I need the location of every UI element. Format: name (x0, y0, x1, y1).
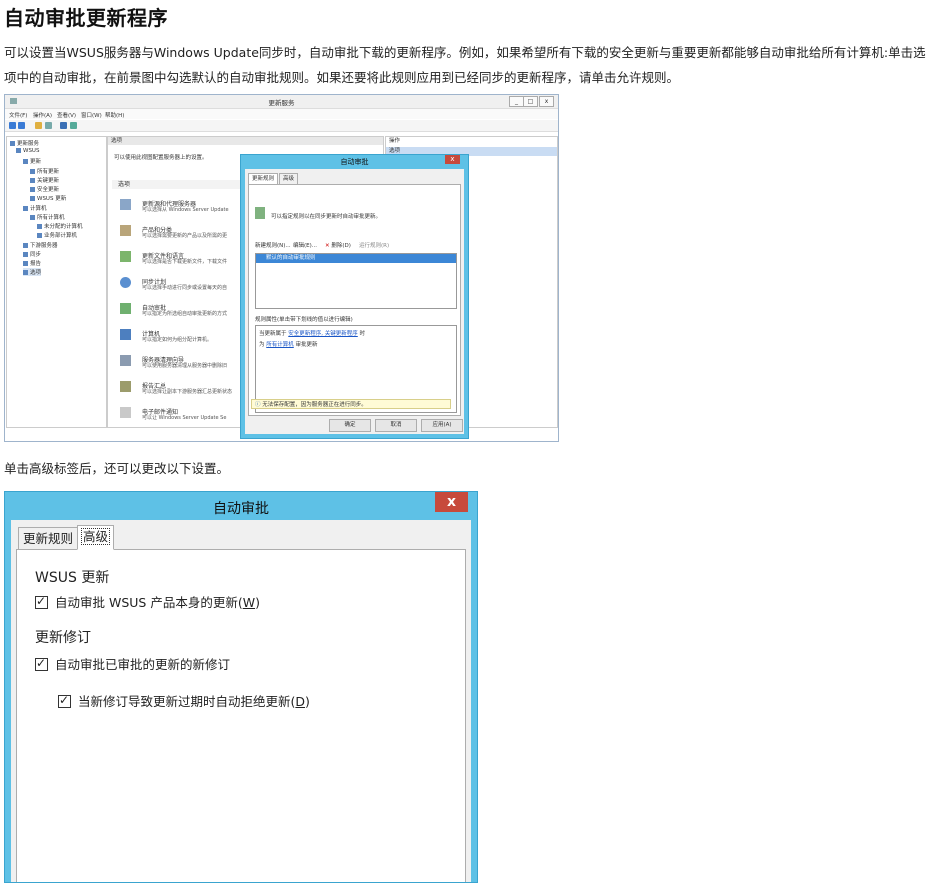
minimize-button[interactable]: _ (509, 96, 524, 107)
rules-panel: 可以指定规则以在同步更新时自动审批更新。 新建规则(N)... 编辑(E)...… (248, 184, 461, 416)
console-menubar: 文件(F) 操作(A) 查看(V) 窗口(W) 帮助(H) (5, 109, 558, 119)
run-rule-button[interactable]: 运行规则(R) (359, 241, 389, 249)
delete-rule-button[interactable]: ✕ 删除(D) (325, 241, 351, 249)
tree-item[interactable]: 更新 (23, 157, 41, 165)
menu-help[interactable]: 帮助(H) (105, 111, 124, 119)
computers-link[interactable]: 所有计算机 (266, 342, 294, 348)
auto-approve-wsus-checkbox[interactable]: 自动审批 WSUS 产品本身的更新(W) (35, 592, 260, 611)
sync-warning: ⓘ 无法保存配置，因为服务器正在进行同步。 (251, 399, 451, 409)
forward-icon[interactable] (18, 122, 25, 129)
rule-prop-line-1: 当更新属于 安全更新程序, 关键更新程序 时 (259, 331, 366, 337)
dialog-body: 更新规则 高级 WSUS 更新 自动审批 WSUS 产品本身的更新(W) 更新修… (11, 520, 471, 882)
dialog-title: 自动审批 (213, 501, 269, 517)
tree-item[interactable]: 未分配的计算机 (37, 222, 83, 230)
view-icon[interactable] (70, 122, 77, 129)
server-icon (120, 199, 131, 210)
tree-item[interactable]: 下游服务器 (23, 241, 58, 249)
maximize-button[interactable]: □ (523, 96, 538, 107)
wsus-updates-group-title: WSUS 更新 (35, 570, 110, 586)
rule-properties-label: 规则属性(单击带下划线的值以进行编辑) (255, 317, 353, 323)
menu-window[interactable]: 窗口(W) (81, 111, 102, 119)
tree-item[interactable]: 关键更新 (30, 176, 59, 184)
tree-item[interactable]: 所有更新 (30, 167, 59, 175)
console-title: 更新服务 (268, 99, 295, 107)
advanced-panel: WSUS 更新 自动审批 WSUS 产品本身的更新(W) 更新修订 自动审批已审… (16, 549, 466, 882)
dialog-close-button[interactable]: x (435, 492, 468, 512)
files-icon (120, 251, 131, 262)
auto-approve-dialog-advanced: 自动审批 x 更新规则 高级 WSUS 更新 自动审批 WSUS 产品本身的更新… (4, 491, 478, 883)
computers-icon (120, 329, 131, 340)
delete-icon: ✕ (325, 243, 330, 249)
edit-rule-button[interactable]: 编辑(E)... (293, 241, 317, 249)
folder-icon[interactable] (35, 122, 42, 129)
report-icon (120, 381, 131, 392)
category-link[interactable]: 安全更新程序, 关键更新程序 (288, 331, 358, 337)
products-icon (120, 225, 131, 236)
email-icon (120, 407, 131, 418)
actions-header: 操作 (389, 138, 401, 144)
checkbox-checked-icon (35, 594, 48, 609)
tree-item[interactable]: 安全更新 (30, 185, 59, 193)
cleanup-icon (120, 355, 131, 366)
update-services-console-screenshot: 更新服务 _ □ x 文件(F) 操作(A) 查看(V) 窗口(W) 帮助(H)… (4, 94, 559, 442)
options-pane-description: 可以使用此视图配置服务器上的设置。 (114, 155, 208, 161)
sync-icon (120, 277, 131, 288)
advanced-note: 单击高级标签后，还可以更改以下设置。 (4, 461, 230, 476)
tab-advanced[interactable]: 高级 (77, 525, 115, 550)
tree-item[interactable]: WSUS 更新 (30, 194, 66, 202)
console-tree: 更新服务 WSUS 更新 所有更新 关键更新 安全更新 WSUS 更新 计算机 … (6, 136, 107, 428)
tree-item[interactable]: 同步 (23, 250, 41, 258)
options-pane-header: 选项 (108, 137, 383, 145)
tree-item[interactable]: WSUS (16, 148, 39, 154)
apply-button[interactable]: 应用(A) (421, 419, 463, 432)
tree-item[interactable]: 计算机 (23, 204, 47, 212)
ok-button[interactable]: 确定 (329, 419, 371, 432)
auto-approve-dialog-small: 自动审批 x 更新规则 高级 可以指定规则以在同步更新时自动审批更新。 新建规则… (240, 154, 469, 439)
tree-item[interactable]: 报告 (23, 259, 41, 267)
console-titlebar: 更新服务 _ □ x (5, 95, 558, 109)
intro-paragraph: 可以设置当WSUS服务器与Windows Update同步时，自动审批下载的更新… (4, 45, 926, 85)
tab-update-rules[interactable]: 更新规则 (18, 527, 79, 550)
menu-view[interactable]: 查看(V) (57, 111, 76, 119)
approve-icon (120, 303, 131, 314)
dialog-body: 更新规则 高级 可以指定规则以在同步更新时自动审批更新。 新建规则(N)... … (245, 169, 464, 434)
new-rule-button[interactable]: 新建规则(N)... (255, 241, 291, 249)
checkbox-checked-icon (35, 656, 48, 671)
close-button[interactable]: x (539, 96, 554, 107)
page-title: 自动审批更新程序 (4, 6, 168, 30)
help-icon[interactable] (60, 122, 67, 129)
cancel-button[interactable]: 取消 (375, 419, 417, 432)
tree-item[interactable]: 更新服务 (10, 139, 39, 147)
dialog-close-button[interactable]: x (445, 155, 460, 164)
menu-file[interactable]: 文件(F) (9, 111, 27, 119)
rules-description: 可以指定规则以在同步更新时自动审批更新。 (271, 214, 382, 220)
rule-prop-line-2: 为 所有计算机 审批更新 (259, 342, 318, 348)
console-toolbar (5, 120, 558, 132)
back-icon[interactable] (9, 122, 16, 129)
tree-item-selected[interactable]: 选项 (23, 268, 42, 276)
checkbox-checked-icon (58, 693, 71, 708)
auto-decline-expired-checkbox[interactable]: 当新修订导致更新过期时自动拒绝更新(D) (58, 691, 310, 710)
rules-list: 默认的自动审批规则 (255, 253, 457, 309)
tree-item[interactable]: 所有计算机 (30, 213, 65, 221)
rules-icon (255, 207, 265, 219)
update-revisions-group-title: 更新修订 (35, 630, 91, 646)
tree-item[interactable]: 业务部计算机 (37, 231, 77, 239)
info-icon: ⓘ (255, 402, 261, 408)
rule-item[interactable]: 默认的自动审批规则 (256, 254, 456, 263)
pane-icon[interactable] (45, 122, 52, 129)
dialog-title: 自动审批 (340, 158, 369, 166)
auto-approve-revisions-checkbox[interactable]: 自动审批已审批的更新的新修订 (35, 654, 230, 673)
menu-action[interactable]: 操作(A) (33, 111, 52, 119)
